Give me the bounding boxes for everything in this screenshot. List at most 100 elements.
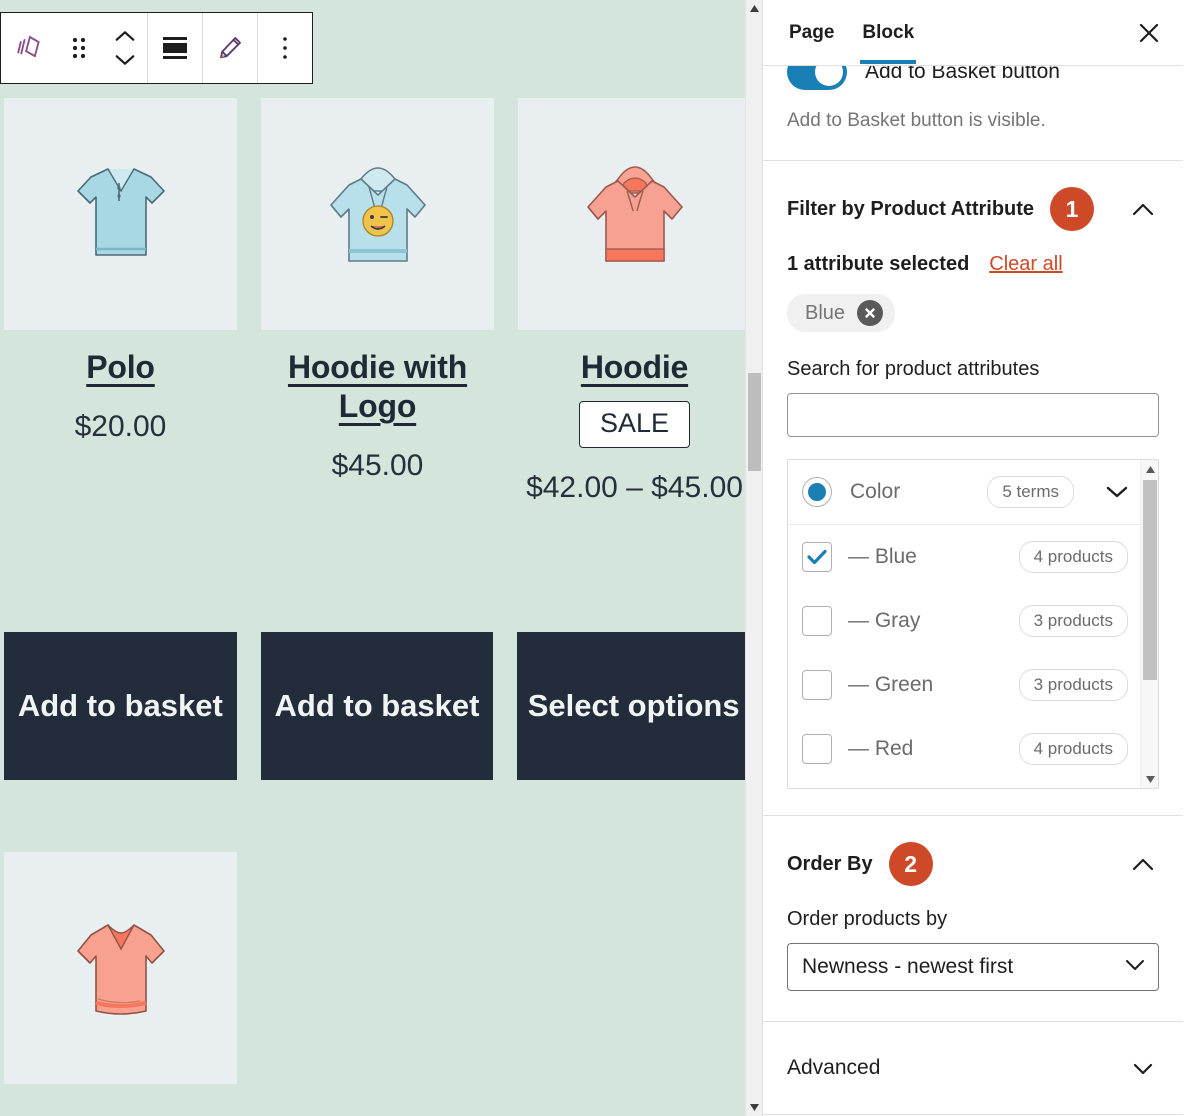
- add-to-basket-toggle[interactable]: [787, 66, 847, 90]
- attribute-term-row[interactable]: — Green 3 products: [788, 653, 1140, 717]
- tab-page[interactable]: Page: [775, 2, 848, 64]
- product-card[interactable]: Polo $20.00: [4, 98, 237, 509]
- product-price: $42.00 – $45.00: [526, 471, 743, 505]
- chevron-up-icon[interactable]: [114, 28, 136, 44]
- settings-sidebar: Page Block Add to Basket button Add to B…: [762, 0, 1183, 1116]
- checkbox-checked-icon[interactable]: [802, 542, 832, 572]
- remove-circle-icon[interactable]: [857, 300, 884, 326]
- advanced-panel: Advanced: [763, 1022, 1183, 1115]
- chevron-down-icon[interactable]: [114, 52, 136, 68]
- order-by-select-wrap: Newness - newest first: [787, 943, 1159, 991]
- search-attributes-input[interactable]: [787, 393, 1159, 437]
- advanced-section-header[interactable]: Advanced: [787, 1022, 1159, 1114]
- attribute-term-row[interactable]: — Red 4 products: [788, 717, 1140, 781]
- product-image-hoodie-with-logo: [261, 98, 494, 330]
- attribute-term-count: 4 products: [1018, 733, 1128, 765]
- block-mover: [103, 13, 147, 83]
- scroll-down-arrow-icon[interactable]: [1141, 770, 1158, 788]
- toggle-label: Add to Basket button: [865, 66, 1060, 83]
- toggle-knob: [815, 66, 843, 86]
- sidebar-header: Page Block: [763, 0, 1183, 66]
- product-title[interactable]: Hoodie: [581, 348, 688, 387]
- product-card[interactable]: Hoodie SALE $42.00 – $45.00: [518, 98, 751, 509]
- filter-by-product-attribute-panel: Filter by Product Attribute 1 1 attribut…: [763, 161, 1183, 816]
- selected-attribute-chips: Blue: [787, 294, 1159, 332]
- radio-dot: [808, 483, 826, 501]
- order-by-section-header[interactable]: Order By 2: [787, 816, 1159, 908]
- toolbar-group-edit: [203, 13, 258, 83]
- canvas-scrollbar-thumb[interactable]: [748, 373, 761, 471]
- product-grid-row-2: [4, 852, 237, 1084]
- filter-section-title: Filter by Product Attribute: [787, 197, 1035, 220]
- block-toolbar: [0, 12, 313, 84]
- selected-attributes-row: 1 attribute selected Clear all: [787, 253, 1159, 276]
- attribute-parent-color[interactable]: Color 5 terms: [788, 460, 1140, 525]
- attribute-chip-blue[interactable]: Blue: [787, 294, 896, 332]
- filter-section-header[interactable]: Filter by Product Attribute 1: [787, 161, 1159, 253]
- toolbar-group-align: [148, 13, 203, 83]
- attribute-term-label: — Blue: [848, 545, 917, 568]
- align-block-icon[interactable]: [148, 13, 202, 83]
- product-image-polo: [4, 98, 237, 330]
- chevron-up-icon[interactable]: [1127, 848, 1159, 880]
- order-by-panel: Order By 2 Order products by Newness - n…: [763, 816, 1183, 1022]
- clear-all-button[interactable]: Clear all: [989, 253, 1062, 276]
- filter-step-badge: 1: [1050, 187, 1095, 231]
- chevron-down-icon[interactable]: [1106, 485, 1128, 499]
- product-card[interactable]: Hoodie with Logo $45.00: [261, 98, 494, 509]
- sidebar-body: Add to Basket button Add to Basket butto…: [763, 66, 1183, 1116]
- order-by-section-title: Order By: [787, 852, 873, 875]
- product-collection-icon[interactable]: [1, 13, 55, 83]
- attribute-list: Color 5 terms — Blue 4 products — Gray 3…: [788, 460, 1140, 788]
- editor-canvas: Polo $20.00 Hoodie with Logo $45.00 Hood…: [0, 0, 762, 1116]
- chip-label: Blue: [805, 301, 846, 324]
- editor-root: Polo $20.00 Hoodie with Logo $45.00 Hood…: [0, 0, 1200, 1116]
- attribute-term-count: 3 products: [1018, 669, 1128, 701]
- advanced-section-title: Advanced: [787, 1056, 881, 1079]
- close-icon[interactable]: [1127, 11, 1171, 55]
- toolbar-group-options: [258, 13, 312, 83]
- product-card[interactable]: [4, 852, 237, 1084]
- product-price: $20.00: [74, 410, 167, 444]
- attribute-term-row[interactable]: — Gray 3 products: [788, 589, 1140, 653]
- attribute-list-box: Color 5 terms — Blue 4 products — Gray 3…: [787, 459, 1159, 789]
- order-by-select[interactable]: Newness - newest first: [787, 943, 1159, 991]
- add-to-basket-button[interactable]: Add to basket: [260, 632, 494, 780]
- attribute-term-count: 4 products: [1018, 541, 1128, 573]
- checkbox-unchecked-icon[interactable]: [802, 670, 832, 700]
- toggle-row: Add to Basket button: [787, 66, 1159, 90]
- toolbar-group-block: [1, 13, 148, 83]
- product-title[interactable]: Hoodie with Logo: [261, 348, 494, 426]
- select-options-button[interactable]: Select options: [517, 632, 750, 780]
- sale-badge: SALE: [578, 401, 691, 449]
- attribute-term-row[interactable]: — Blue 4 products: [788, 525, 1140, 589]
- product-actions-row: Add to basket Add to basket Select optio…: [0, 632, 754, 780]
- pencil-edit-icon[interactable]: [203, 13, 257, 83]
- attribute-list-scrollbar[interactable]: [1140, 460, 1158, 788]
- attribute-term-label: — Red: [848, 737, 914, 760]
- add-to-basket-button[interactable]: Add to basket: [4, 632, 237, 780]
- selected-attribute-count: 1 attribute selected: [787, 253, 970, 275]
- scroll-up-arrow-icon[interactable]: [1141, 460, 1158, 478]
- chevron-up-icon[interactable]: [1127, 193, 1159, 225]
- checkbox-unchecked-icon[interactable]: [802, 606, 832, 636]
- attribute-term-label: — Gray: [848, 609, 921, 632]
- order-products-by-label: Order products by: [787, 908, 948, 930]
- attribute-list-scrollbar-thumb[interactable]: [1143, 480, 1157, 680]
- more-options-icon[interactable]: [258, 13, 312, 83]
- scroll-down-arrow-icon[interactable]: [746, 1099, 762, 1116]
- checkbox-unchecked-icon[interactable]: [802, 734, 832, 764]
- product-grid: Polo $20.00 Hoodie with Logo $45.00 Hood…: [0, 98, 754, 509]
- attribute-term-label: — Green: [848, 673, 934, 696]
- chevron-down-icon[interactable]: [1127, 1052, 1159, 1084]
- drag-handle-icon[interactable]: [55, 13, 103, 83]
- radio-selected-icon[interactable]: [802, 477, 832, 507]
- order-by-step-badge: 2: [888, 842, 933, 886]
- product-image-tshirt: [4, 852, 237, 1084]
- toggle-help-text: Add to Basket button is visible.: [787, 110, 1046, 131]
- attribute-terms-count: 5 terms: [987, 476, 1074, 508]
- product-title[interactable]: Polo: [86, 348, 155, 387]
- tab-block[interactable]: Block: [848, 2, 928, 64]
- canvas-scrollbar[interactable]: [745, 0, 762, 1116]
- scroll-up-arrow-icon[interactable]: [746, 0, 762, 17]
